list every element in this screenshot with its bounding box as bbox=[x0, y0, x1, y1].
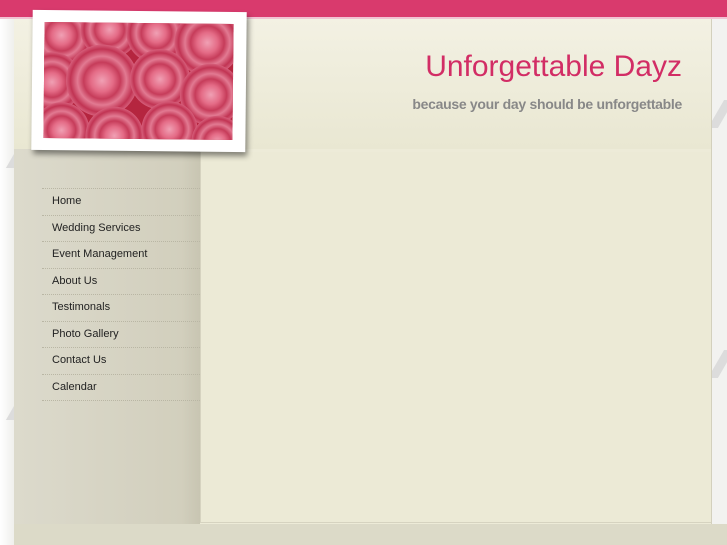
header-photo-frame bbox=[31, 9, 247, 153]
left-edge-strip bbox=[0, 19, 14, 545]
site-title: Unforgettable Dayz bbox=[425, 50, 682, 83]
main-content-area bbox=[200, 152, 711, 523]
nav-item-wedding-services[interactable]: Wedding Services bbox=[42, 216, 200, 242]
nav-item-calendar[interactable]: Calendar bbox=[42, 375, 200, 401]
nav-item-home[interactable]: Home bbox=[42, 189, 200, 216]
nav-item-testimonials[interactable]: Testimonals bbox=[42, 295, 200, 322]
nav-item-contact-us[interactable]: Contact Us bbox=[42, 348, 200, 375]
nav-item-about-us[interactable]: About Us bbox=[42, 269, 200, 295]
nav-item-event-management[interactable]: Event Management bbox=[42, 242, 200, 269]
footer-band bbox=[14, 524, 727, 545]
main-navigation: Home Wedding Services Event Management A… bbox=[42, 188, 200, 401]
nav-item-photo-gallery[interactable]: Photo Gallery bbox=[42, 322, 200, 348]
roses-photo-icon bbox=[43, 22, 234, 140]
site-tagline: because your day should be unforgettable bbox=[412, 96, 682, 112]
